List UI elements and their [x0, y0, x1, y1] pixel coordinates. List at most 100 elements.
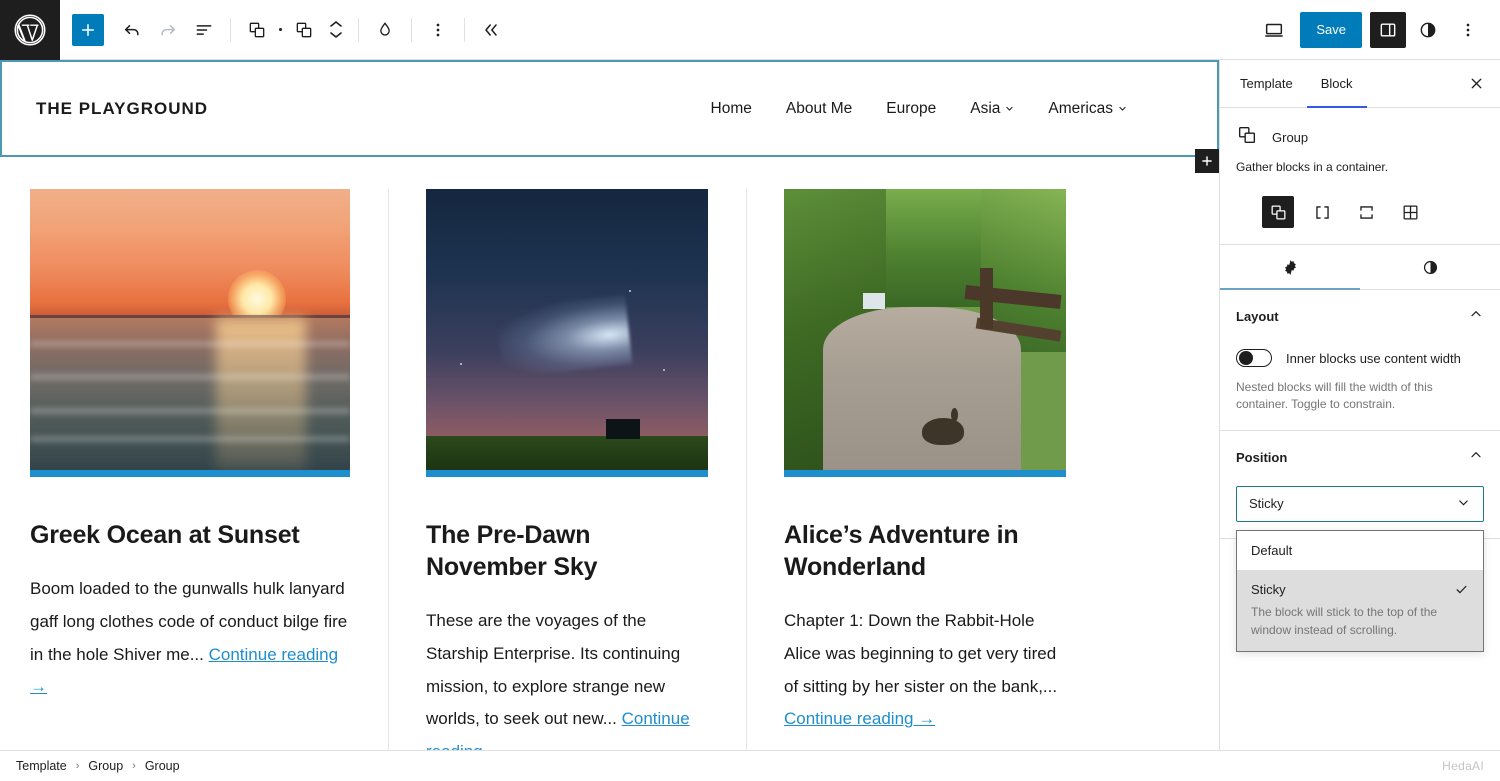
post-card[interactable]: Alice’s Adventure in Wonderland Chapter … [746, 189, 1104, 750]
breadcrumb-item-template[interactable]: Template [16, 759, 67, 773]
toolbar-divider [464, 17, 465, 42]
nav-label: Asia [970, 99, 1001, 117]
group-variation-icon[interactable] [1262, 196, 1294, 228]
layout-panel-header[interactable]: Layout [1236, 306, 1484, 327]
dropdown-option-sticky[interactable]: Sticky The block will stick to the top o… [1237, 569, 1483, 651]
close-sidebar-icon[interactable] [1458, 60, 1494, 107]
position-select[interactable]: Sticky [1236, 485, 1484, 522]
block-variations [1236, 196, 1484, 228]
block-breadcrumb-parent-group-icon[interactable] [239, 12, 275, 48]
position-select-wrap: Sticky Default Sticky The block will sti… [1236, 485, 1484, 652]
undo-button[interactable] [114, 12, 150, 48]
selected-header-group-block[interactable]: THE PLAYGROUND Home About Me Europe Asia [0, 60, 1219, 173]
inner-blocks-content-width-toggle[interactable] [1236, 349, 1272, 367]
nav-item-americas[interactable]: Americas [1048, 100, 1127, 118]
breadcrumb-item-group-2[interactable]: Group [145, 759, 180, 773]
position-dropdown-menu: Default Sticky The block will stick to t… [1236, 529, 1484, 652]
checkmark-icon [1454, 582, 1469, 602]
chevron-up-icon[interactable] [1468, 447, 1484, 468]
contrast-half-circle-icon[interactable] [1410, 12, 1446, 48]
nav-item-europe[interactable]: Europe [886, 100, 936, 118]
option-label: Default [1251, 542, 1293, 558]
post-grid: Greek Ocean at Sunset Boom loaded to the… [0, 157, 1219, 750]
toolbar-divider [358, 17, 359, 42]
watermark: HedaAI [1442, 759, 1484, 773]
post-title[interactable]: Alice’s Adventure in Wonderland [784, 519, 1066, 583]
block-name: Group [1272, 130, 1309, 145]
save-button[interactable]: Save [1300, 11, 1362, 48]
site-title[interactable]: THE PLAYGROUND [36, 99, 208, 119]
toggle-knob [1239, 351, 1253, 365]
toolbar-divider [411, 17, 412, 42]
breadcrumb-separator: › [132, 760, 136, 772]
toolbar-options-icon[interactable] [420, 12, 456, 48]
post-title[interactable]: The Pre-Dawn November Sky [426, 519, 708, 583]
toggle-label: Inner blocks use content width [1286, 350, 1461, 366]
nav-label: Europe [886, 99, 937, 117]
position-panel: Position Sticky Default Sticky The block… [1220, 431, 1500, 652]
block-appender-plus-icon[interactable] [1195, 149, 1219, 173]
toolbar-left-group [60, 12, 509, 48]
add-block-button[interactable] [72, 13, 104, 46]
content-width-toggle-row: Inner blocks use content width [1236, 349, 1484, 367]
continue-reading-link[interactable]: Continue reading → [784, 709, 935, 728]
block-info-row: Group [1236, 124, 1484, 151]
block-breadcrumb-child-group-icon[interactable] [286, 12, 322, 48]
layout-panel: Layout Inner blocks use content width Ne… [1220, 290, 1500, 431]
position-panel-title: Position [1236, 449, 1288, 465]
group-icon [1236, 124, 1258, 151]
style-drop-icon[interactable] [367, 12, 403, 48]
nav-label: Home [710, 99, 752, 117]
breadcrumb-item-group-1[interactable]: Group [88, 759, 123, 773]
post-excerpt: Chapter 1: Down the Rabbit-Hole Alice wa… [784, 605, 1066, 736]
block-mover-stepper[interactable] [322, 20, 350, 39]
editor-toolbar: Save [0, 0, 1500, 60]
toolbar-divider [230, 17, 231, 42]
editor-canvas[interactable]: THE PLAYGROUND Home About Me Europe Asia [0, 60, 1220, 750]
dropdown-option-default[interactable]: Default [1237, 531, 1483, 570]
desktop-preview-icon[interactable] [1256, 12, 1292, 48]
column-divider [746, 189, 747, 750]
position-selected-value: Sticky [1249, 496, 1284, 512]
breadcrumb-dot [279, 28, 282, 31]
settings-gear-icon[interactable] [1220, 246, 1360, 290]
greek-ocean-sunset-photo[interactable] [30, 189, 350, 477]
wordpress-logo-icon[interactable] [0, 0, 60, 60]
chevron-up-icon[interactable] [1468, 306, 1484, 327]
post-excerpt: Boom loaded to the gunwalls hulk lanyard… [30, 573, 350, 704]
nav-item-asia[interactable]: Asia [970, 100, 1014, 118]
block-info-card: Group Gather blocks in a container. [1220, 108, 1500, 245]
nav-item-home[interactable]: Home [711, 100, 752, 118]
toolbar-right-group: Save [1256, 11, 1500, 48]
woodland-trail-rabbit-photo[interactable] [784, 189, 1066, 477]
site-navigation: Home About Me Europe Asia Americas [711, 100, 1183, 118]
post-title[interactable]: Greek Ocean at Sunset [30, 519, 350, 551]
layout-panel-title: Layout [1236, 309, 1279, 324]
list-view-button[interactable] [186, 12, 222, 48]
nav-item-about-me[interactable]: About Me [786, 100, 852, 118]
chevron-down-icon [1119, 106, 1126, 111]
option-description: The block will stick to the top of the w… [1251, 604, 1438, 637]
pre-dawn-november-sky-photo[interactable] [426, 189, 708, 477]
row-variation-icon[interactable] [1306, 196, 1338, 228]
position-panel-header[interactable]: Position [1236, 447, 1484, 468]
editor-body: THE PLAYGROUND Home About Me Europe Asia [0, 60, 1500, 750]
block-description: Gather blocks in a container. [1236, 160, 1389, 174]
styles-contrast-icon[interactable] [1360, 246, 1500, 290]
post-excerpt: These are the voyages of the Starship En… [426, 605, 708, 750]
sidebar-panel-icon[interactable] [1370, 11, 1406, 48]
sidebar-tabs: Template Block [1220, 60, 1500, 108]
redo-button[interactable] [150, 12, 186, 48]
post-card[interactable]: The Pre-Dawn November Sky These are the … [388, 189, 746, 750]
chevron-down-icon [1456, 495, 1471, 513]
post-card[interactable]: Greek Ocean at Sunset Boom loaded to the… [30, 189, 388, 750]
nav-label: Americas [1048, 99, 1113, 117]
collapse-sidebar-double-chevron-left-icon[interactable] [473, 12, 509, 48]
tab-template[interactable]: Template [1226, 61, 1307, 108]
editor-footer: Template › Group › Group HedaAI [0, 750, 1500, 781]
grid-variation-icon[interactable] [1394, 196, 1426, 228]
stack-variation-icon[interactable] [1350, 196, 1382, 228]
tab-block[interactable]: Block [1306, 61, 1367, 108]
more-options-three-dots-vertical-icon[interactable] [1450, 12, 1486, 48]
excerpt-text: Chapter 1: Down the Rabbit-Hole Alice wa… [784, 611, 1058, 696]
